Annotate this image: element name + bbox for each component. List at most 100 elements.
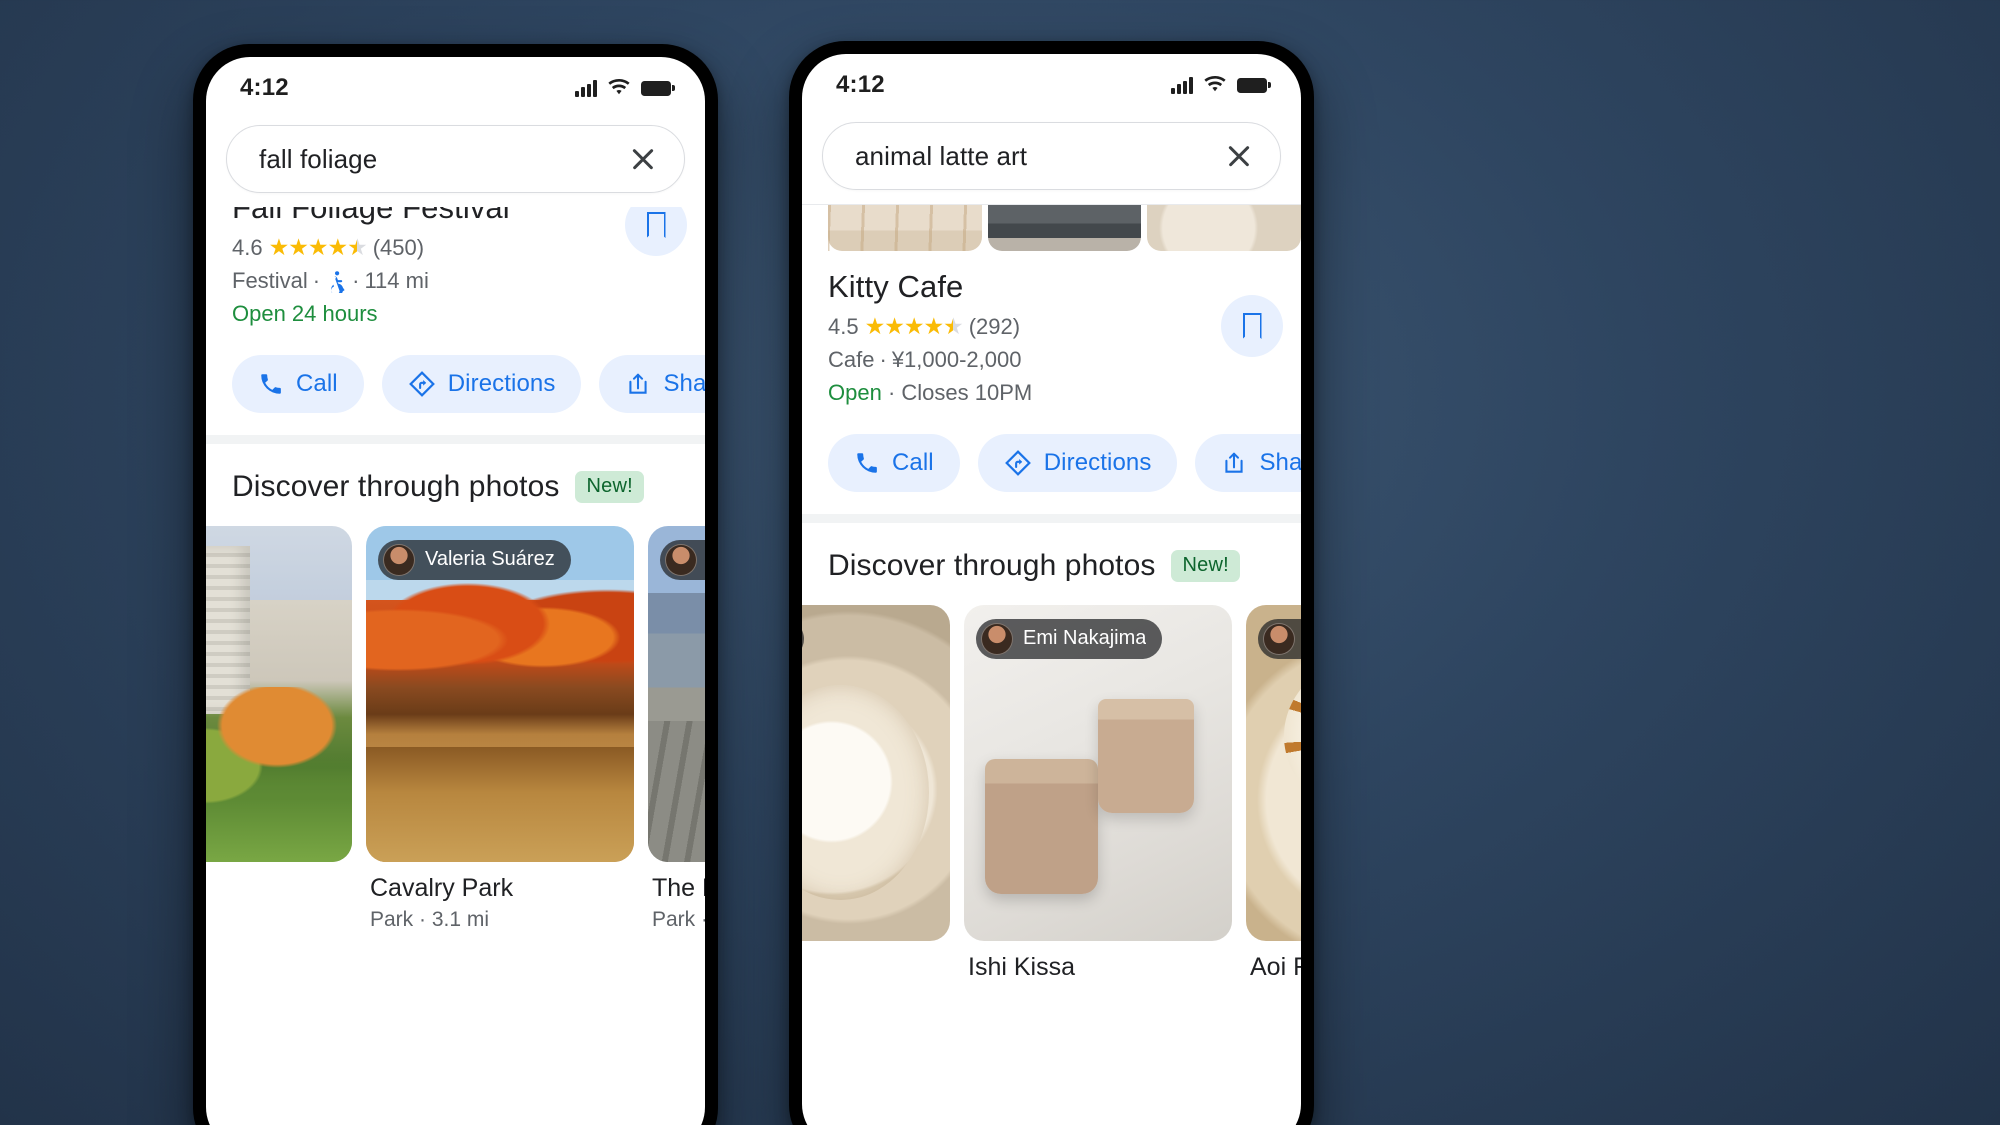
rating-row: 4.5 ★ ★ ★ ★ ★ (292) xyxy=(828,314,1275,340)
place-category: Festival xyxy=(232,267,308,293)
directions-button[interactable]: Directions xyxy=(381,354,582,413)
attribution-name: Emi Nakajima xyxy=(1023,627,1147,650)
share-button[interactable]: Share xyxy=(1195,433,1301,492)
photo-attribution: liams xyxy=(802,618,804,659)
share-label: Share xyxy=(663,369,705,397)
photo-caption: The High Park · 1.9 mi xyxy=(648,862,705,932)
meta-dot-1: · xyxy=(879,346,887,372)
photo-place-name: Cavalry Park xyxy=(370,873,514,902)
close-icon[interactable] xyxy=(1222,139,1256,173)
photo-place-name: are Park xyxy=(206,874,348,903)
status-bar-right: 4:12 xyxy=(802,54,1301,116)
new-badge: New! xyxy=(1171,549,1240,582)
photo-card[interactable]: Valeria Suárez Cavalry Park Park · 3.1 m… xyxy=(366,525,634,932)
bookmark-button[interactable] xyxy=(1221,295,1283,357)
search-wrap-right: animal latte art xyxy=(802,116,1301,204)
photo-place-name: Aoi Roa xyxy=(1250,952,1301,981)
status-bar-left: 4:12 xyxy=(206,57,705,119)
open-status: Open 24 hours xyxy=(232,300,378,326)
status-icons xyxy=(1171,76,1271,94)
discover-header-right: Discover through photos New! xyxy=(802,523,1301,605)
photo-card[interactable]: liams afe xyxy=(802,604,950,987)
photo-thumbnail[interactable]: Emi Nakajima xyxy=(964,604,1232,941)
place-photo-thumb[interactable] xyxy=(987,205,1142,251)
phone-right-screen: 4:12 animal latte art Kitty Cafe 4.5 ★ ★… xyxy=(802,54,1301,1125)
wheelchair-icon xyxy=(331,270,345,293)
avatar xyxy=(1263,622,1295,655)
place-title: Kitty Cafe xyxy=(828,269,964,304)
photo-thumbnail[interactable]: Melis xyxy=(648,525,705,862)
close-icon[interactable] xyxy=(626,142,660,176)
photo-caption: afe xyxy=(802,941,950,982)
action-chips-left: Call Directions Share xyxy=(206,327,705,413)
phone-icon xyxy=(261,373,281,394)
place-sheet-left: Fall Foliage Festival 4.6 ★ ★ ★ ★ ★ (450) Fe… xyxy=(206,190,705,932)
search-bar[interactable]: fall foliage xyxy=(226,125,685,193)
wifi-icon xyxy=(1204,76,1226,92)
place-photo-strip[interactable] xyxy=(802,205,1301,251)
discover-title: Discover through photos xyxy=(828,548,1156,582)
status-time: 4:12 xyxy=(240,74,289,101)
place-meta: Festival · · 114 mi xyxy=(232,268,679,294)
photo-card[interactable]: ong are Park xyxy=(206,525,352,932)
photo-caption: Cavalry Park Park · 3.1 mi xyxy=(366,862,634,932)
place-photo-thumb[interactable] xyxy=(1147,205,1301,251)
signal-icon xyxy=(1171,76,1193,94)
photo-carousel-right[interactable]: liams afe Emi Nakajima xyxy=(802,604,1301,987)
photo-attribution: Melis xyxy=(660,539,705,580)
place-card[interactable]: Kitty Cafe 4.5 ★ ★ ★ ★ ★ (292) Cafe · ¥1,000… xyxy=(802,251,1301,406)
share-label: Share xyxy=(1259,448,1301,476)
photo-thumbnail[interactable]: Emily xyxy=(1246,604,1301,941)
photo-place-name: Ishi Kissa xyxy=(968,952,1075,981)
photo-thumbnail[interactable]: Valeria Suárez xyxy=(366,525,634,862)
call-label: Call xyxy=(296,369,338,397)
meta-dot-2: · xyxy=(352,267,360,293)
search-bar[interactable]: animal latte art xyxy=(822,122,1281,190)
review-count: (450) xyxy=(372,234,425,260)
bookmark-icon xyxy=(647,212,666,238)
photo-caption: Ishi Kissa xyxy=(964,941,1232,982)
share-icon xyxy=(629,373,648,394)
photo-card[interactable]: Melis The High Park · 1.9 mi xyxy=(648,525,705,932)
rating-value: 4.6 xyxy=(232,234,263,260)
discover-title: Discover through photos xyxy=(232,469,560,503)
share-button[interactable]: Share xyxy=(599,354,705,413)
search-input[interactable]: animal latte art xyxy=(855,141,1222,172)
directions-button[interactable]: Directions xyxy=(977,433,1178,492)
photo-attribution: Emily xyxy=(1258,618,1301,659)
directions-label: Directions xyxy=(447,369,556,397)
search-input[interactable]: fall foliage xyxy=(259,144,626,175)
place-hours: Open · Closes 10PM xyxy=(828,380,1275,406)
new-badge: New! xyxy=(575,470,644,503)
place-card[interactable]: Fall Foliage Festival 4.6 ★ ★ ★ ★ ★ (450) Fe… xyxy=(206,190,705,327)
section-divider xyxy=(206,434,705,444)
photo-place-meta: Park · 3.1 mi xyxy=(370,907,490,931)
photo-thumbnail[interactable]: ong xyxy=(206,525,352,862)
section-divider xyxy=(802,513,1301,523)
place-meta: Cafe · ¥1,000-2,000 xyxy=(828,347,1275,373)
place-photo-thumb[interactable] xyxy=(828,205,982,251)
place-category: Cafe xyxy=(828,346,875,372)
call-button[interactable]: Call xyxy=(828,433,960,492)
phone-icon xyxy=(857,452,877,473)
rating-row: 4.6 ★ ★ ★ ★ ★ (450) xyxy=(232,235,679,261)
directions-icon xyxy=(408,370,435,397)
photo-thumbnail[interactable]: liams xyxy=(802,604,950,941)
phone-right: 4:12 animal latte art Kitty Cafe 4.5 ★ ★… xyxy=(789,41,1314,1125)
photo-place-name: afe xyxy=(802,953,946,982)
share-icon xyxy=(1225,452,1244,473)
review-count: (292) xyxy=(968,313,1021,339)
avatar xyxy=(383,543,415,576)
photo-card[interactable]: Emi Nakajima Ishi Kissa xyxy=(964,604,1232,987)
status-time: 4:12 xyxy=(836,71,885,98)
photo-carousel-left[interactable]: ong are Park Valeria Suárez xyxy=(206,525,705,932)
attribution-name: Valeria Suárez xyxy=(425,548,555,571)
photo-card[interactable]: Emily Aoi Roa xyxy=(1246,604,1301,987)
star-rating: ★ ★ ★ ★ ★ xyxy=(864,313,964,340)
meta-dot-1: · xyxy=(312,267,321,293)
call-button[interactable]: Call xyxy=(232,354,364,413)
battery-icon xyxy=(641,80,675,96)
search-wrap-left: fall foliage xyxy=(206,119,705,207)
avatar xyxy=(981,622,1013,655)
